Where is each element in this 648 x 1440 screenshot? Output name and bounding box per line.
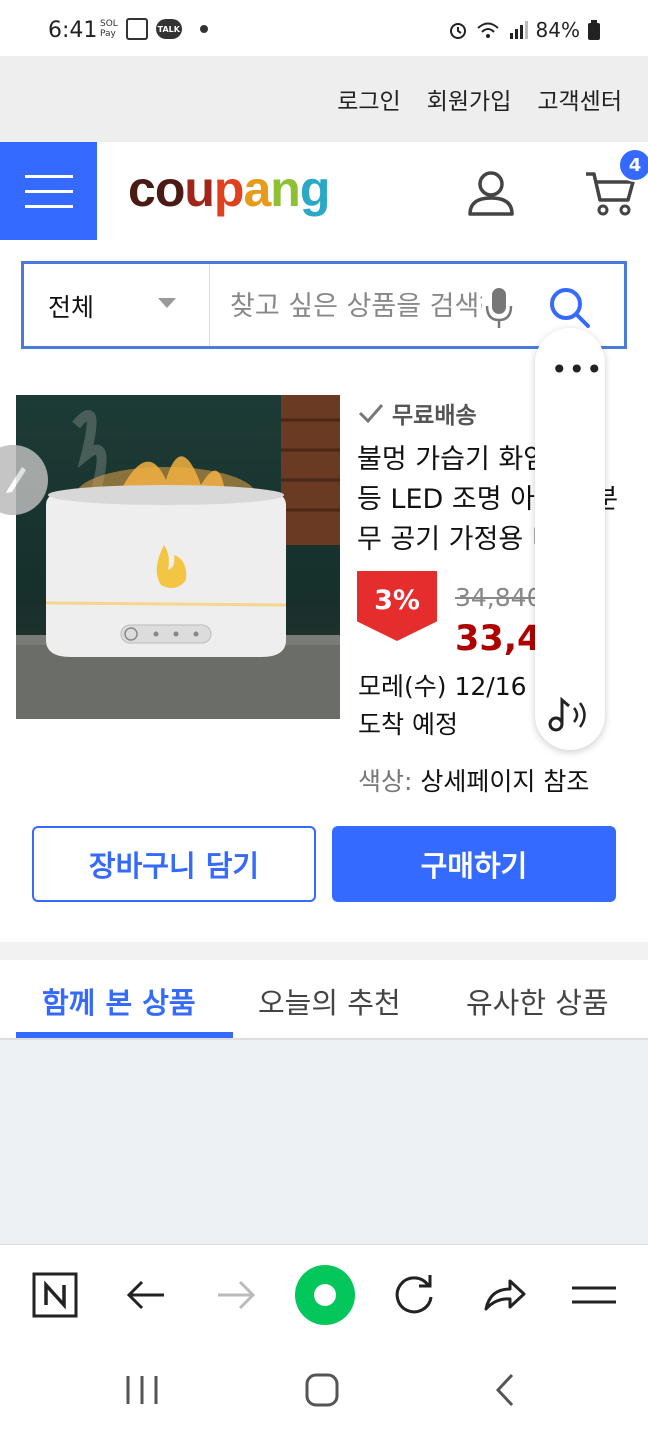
audio-read-icon[interactable] [547, 694, 593, 734]
search-bar: 전체 [21, 261, 627, 349]
sol-pay-icon: SOL Pay [100, 19, 118, 39]
cart-count-badge: 4 [618, 148, 648, 182]
naver-home-icon[interactable] [31, 1271, 79, 1319]
browser-toolbar [0, 1244, 648, 1344]
hamburger-menu-button[interactable] [0, 142, 97, 240]
menu-icon[interactable] [570, 1271, 618, 1319]
buy-now-button[interactable]: 구매하기 [332, 826, 616, 902]
recommendation-tabs: 함께 본 상품 오늘의 추천 유사한 상품 [0, 960, 648, 1040]
status-notification-icons: SOL Pay TALK [100, 18, 208, 40]
login-link[interactable]: 로그인 [337, 82, 400, 116]
add-to-cart-button[interactable]: 장바구니 담기 [32, 826, 316, 902]
discount-rate: 3% [374, 585, 420, 616]
status-right: 84% [448, 18, 600, 42]
back-nav-icon[interactable] [490, 1372, 520, 1408]
menu-line [24, 204, 73, 208]
tab-viewed-together[interactable]: 함께 본 상품 [42, 980, 196, 1022]
battery-icon [588, 20, 600, 40]
search-category-label: 전체 [48, 293, 95, 322]
status-time: 6:41 [48, 18, 98, 43]
battery-percent: 84% [535, 18, 580, 42]
color-option-label: 색상: [358, 767, 413, 796]
free-shipping-label: 무료배송 [358, 396, 477, 430]
user-icon[interactable] [466, 168, 516, 218]
home-icon[interactable] [304, 1372, 340, 1408]
customer-center-link[interactable]: 고객센터 [537, 82, 622, 116]
menu-line [24, 189, 73, 193]
original-price: 34,840원 [455, 583, 535, 612]
top-links: 로그인 회원가입 고객센터 [0, 56, 648, 142]
alarm-icon [449, 23, 466, 39]
coupang-logo[interactable]: coupang [128, 160, 330, 218]
pencil-icon [6, 467, 26, 493]
section-divider [0, 942, 648, 960]
search-icon[interactable] [548, 286, 592, 330]
tab-content-area [0, 1040, 648, 1244]
delivery-estimate: 모레(수) 12/16 도착 예정 [358, 672, 527, 739]
search-category-select[interactable]: 전체 [24, 264, 210, 346]
share-icon[interactable] [480, 1271, 528, 1319]
color-option-value: 상세페이지 참조 [420, 767, 590, 796]
free-shipping-text: 무료배송 [392, 403, 477, 429]
forward-arrow-icon[interactable] [212, 1271, 260, 1319]
reload-icon[interactable] [390, 1271, 438, 1319]
site-header: coupang [0, 142, 648, 240]
gallery-icon [125, 18, 148, 40]
status-bar: 6:41 SOL Pay TALK 84% [0, 0, 648, 56]
sale-price: 33,490원 [455, 619, 535, 659]
active-tab-indicator [16, 1032, 233, 1038]
tab-similar-products[interactable]: 유사한 상품 [466, 980, 609, 1022]
product-image[interactable] [16, 395, 340, 719]
dropdown-arrow-icon [158, 298, 176, 308]
signal-icon [509, 21, 528, 39]
signup-link[interactable]: 회원가입 [427, 82, 512, 116]
tab-today-recommend[interactable]: 오늘의 추천 [258, 980, 401, 1022]
floating-tool-bar: ••• [535, 328, 605, 750]
microphone-icon[interactable] [484, 286, 514, 330]
system-navigation-bar [0, 1344, 648, 1440]
wifi-icon [476, 22, 499, 38]
back-arrow-icon[interactable] [122, 1271, 170, 1319]
humidifier-illustration [16, 395, 340, 719]
more-notifications-icon [199, 25, 208, 33]
check-icon [358, 404, 384, 423]
naver-green-dot-button[interactable] [295, 1265, 355, 1325]
menu-line [24, 174, 73, 178]
color-option: 색상: 상세페이지 참조 [358, 762, 589, 798]
search-input[interactable] [230, 284, 482, 328]
discount-badge: 3% [357, 571, 437, 641]
more-options-icon[interactable]: ••• [551, 356, 604, 384]
recent-apps-icon[interactable] [122, 1372, 162, 1408]
kakaotalk-icon: TALK [155, 19, 182, 39]
